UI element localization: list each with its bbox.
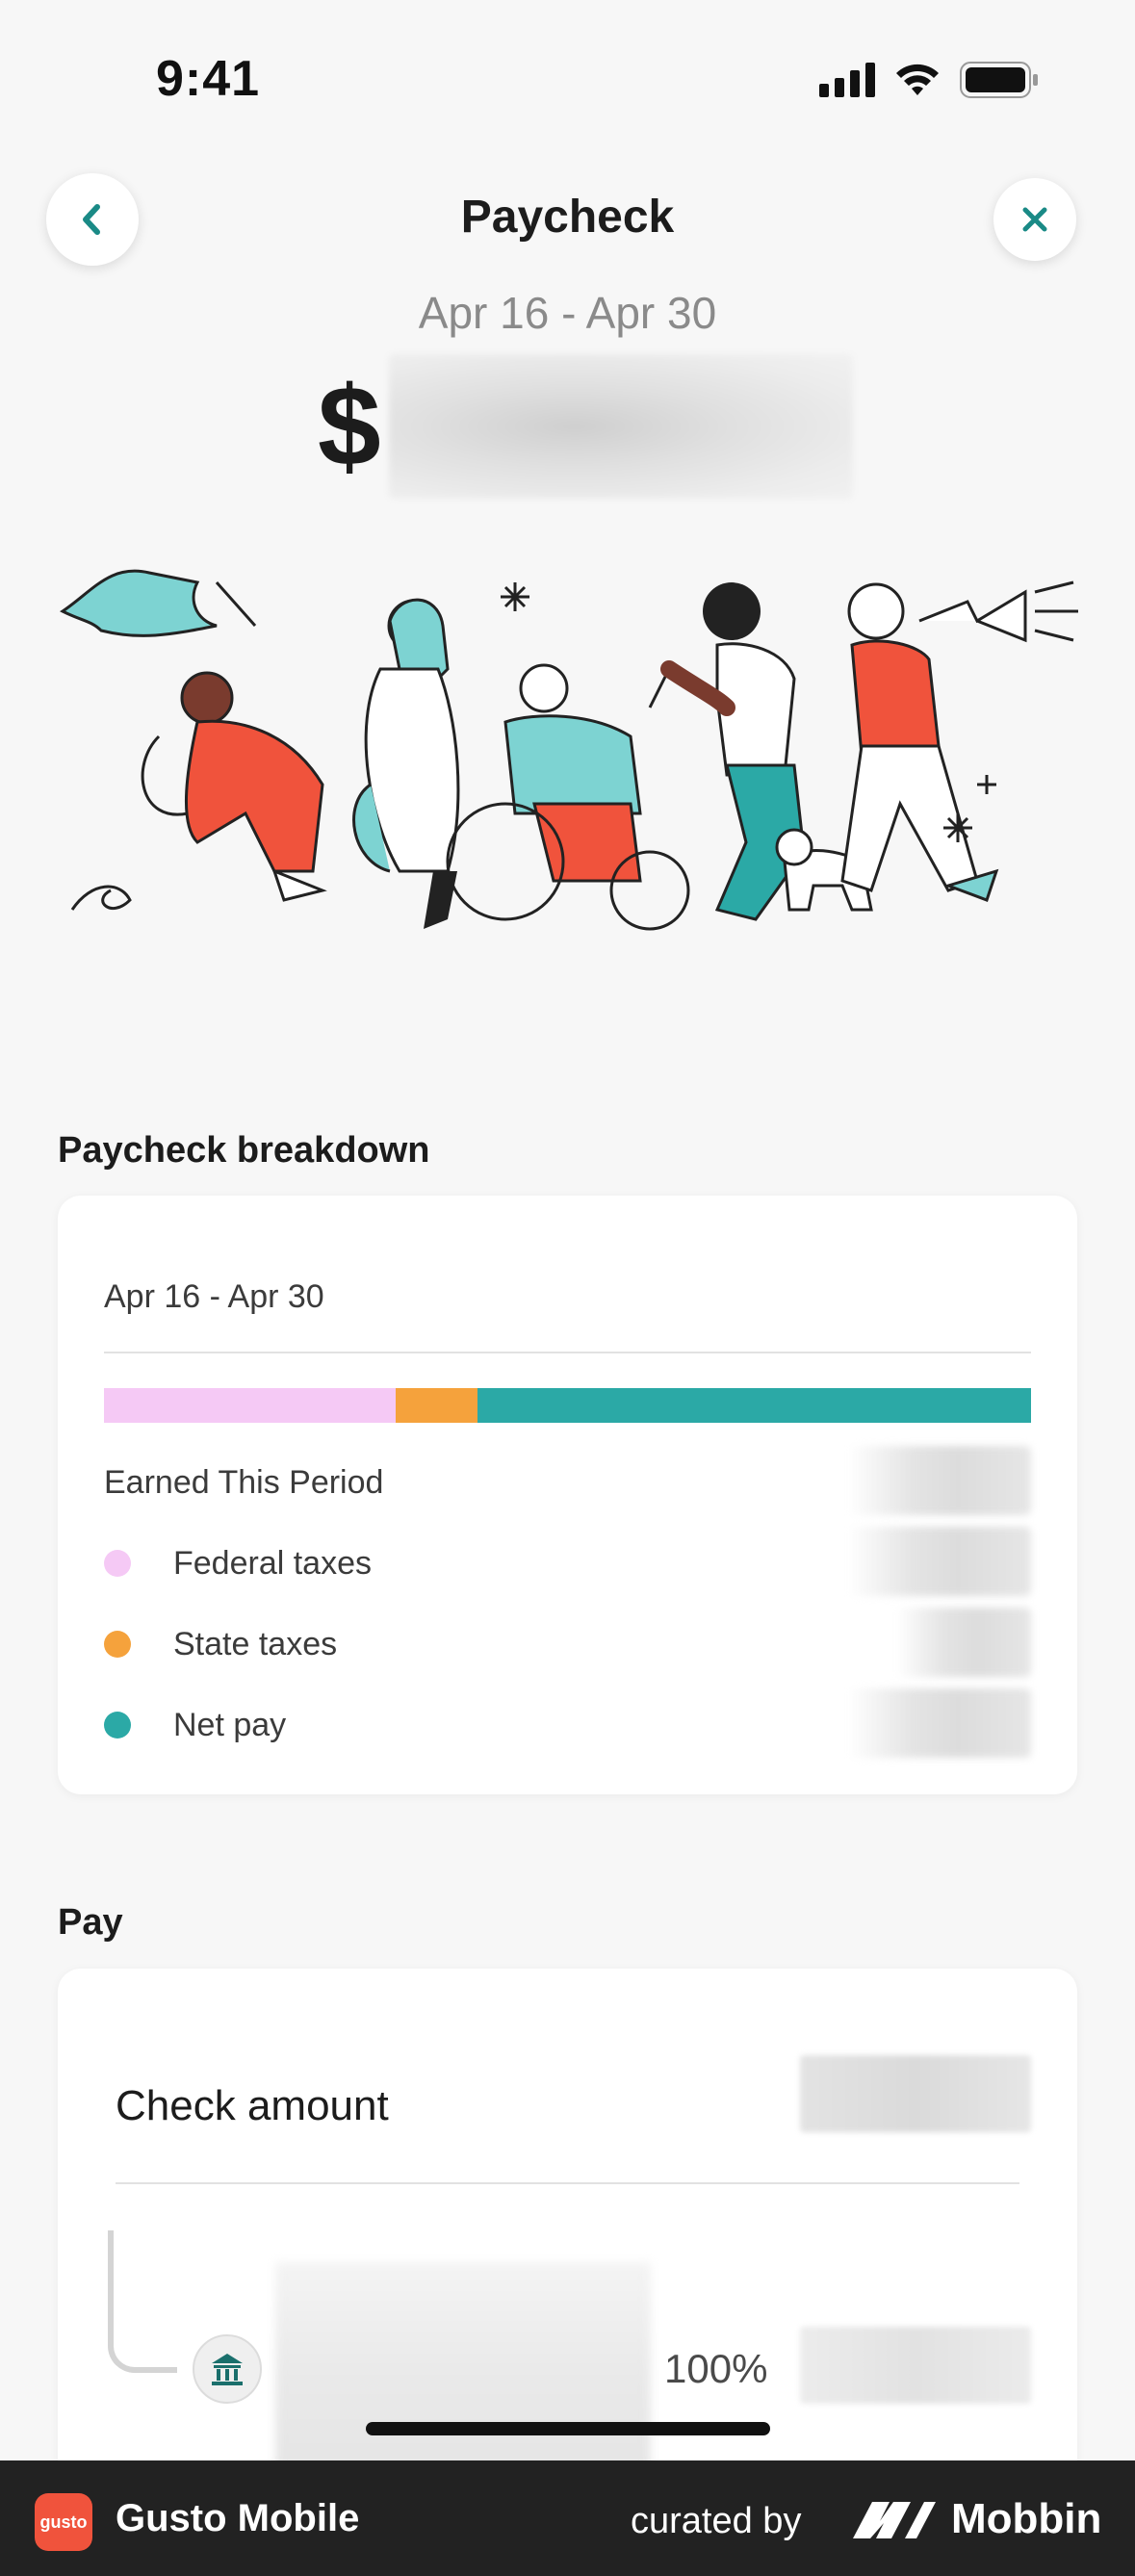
status-time: 9:41 bbox=[156, 51, 261, 107]
blurred-value bbox=[848, 1446, 1031, 1515]
status-icons bbox=[819, 62, 1039, 98]
currency-symbol: $ bbox=[318, 363, 381, 490]
footer-bar: gusto Gusto Mobile curated by Mobbin bbox=[0, 2460, 1135, 2576]
mobbin-mark-icon bbox=[853, 2502, 936, 2538]
blurred-value bbox=[848, 1688, 1031, 1758]
bar-segment bbox=[104, 1388, 397, 1423]
check-amount-label: Check amount bbox=[116, 2082, 389, 2129]
legend-row-federal: Federal taxes bbox=[104, 1527, 1031, 1596]
bank-icon bbox=[193, 2334, 262, 2404]
pay-period: Apr 16 - Apr 30 bbox=[418, 288, 717, 338]
blurred-amount bbox=[388, 354, 853, 499]
mobbin-wordmark: Mobbin bbox=[951, 2495, 1102, 2542]
bar-segment bbox=[396, 1388, 478, 1423]
blurred-value bbox=[848, 1527, 1031, 1596]
mobbin-logo: Mobbin bbox=[851, 2495, 1101, 2543]
wifi-icon bbox=[896, 64, 939, 95]
tree-connector bbox=[108, 2230, 177, 2373]
divider bbox=[104, 1352, 1031, 1353]
breakdown-stacked-bar bbox=[104, 1388, 1031, 1423]
legend-label: State taxes bbox=[173, 1625, 338, 1662]
earned-row: Earned This Period bbox=[104, 1446, 1031, 1515]
close-icon bbox=[1022, 207, 1047, 232]
legend-dot bbox=[104, 1631, 131, 1658]
legend-dot bbox=[104, 1712, 131, 1739]
blurred-deposit-amount bbox=[800, 2327, 1031, 2404]
signal-icon bbox=[819, 63, 875, 97]
page-title: Paycheck bbox=[460, 192, 675, 243]
pay-heading: Pay bbox=[58, 1902, 123, 1943]
curated-by-label: curated by bbox=[631, 2501, 802, 2541]
legend-label: Federal taxes bbox=[173, 1544, 372, 1582]
gusto-logo: gusto bbox=[35, 2493, 92, 2551]
breakdown-card: Apr 16 - Apr 30 Earned This Period Feder… bbox=[58, 1196, 1077, 1794]
celebration-illustration bbox=[60, 569, 1078, 931]
app-name: Gusto Mobile bbox=[116, 2497, 360, 2539]
legend-row-state: State taxes bbox=[104, 1608, 1031, 1677]
earned-label: Earned This Period bbox=[104, 1463, 384, 1501]
paycheck-amount: $ bbox=[318, 354, 853, 499]
legend-label: Net pay bbox=[173, 1706, 287, 1743]
legend-dot bbox=[104, 1550, 131, 1577]
blurred-check-amount bbox=[800, 2055, 1031, 2132]
status-bar: 9:41 bbox=[0, 0, 1135, 144]
home-indicator bbox=[366, 2422, 770, 2435]
blurred-value bbox=[896, 1608, 1031, 1677]
close-button[interactable] bbox=[993, 178, 1076, 261]
bar-segment bbox=[477, 1388, 1031, 1423]
deposit-percent: 100% bbox=[664, 2346, 768, 2391]
legend-row-net: Net pay bbox=[104, 1688, 1031, 1758]
battery-icon bbox=[960, 62, 1038, 98]
breakdown-heading: Paycheck breakdown bbox=[58, 1130, 430, 1171]
breakdown-period: Apr 16 - Apr 30 bbox=[104, 1278, 324, 1315]
divider bbox=[116, 2182, 1019, 2184]
header: Paycheck bbox=[0, 164, 1135, 270]
